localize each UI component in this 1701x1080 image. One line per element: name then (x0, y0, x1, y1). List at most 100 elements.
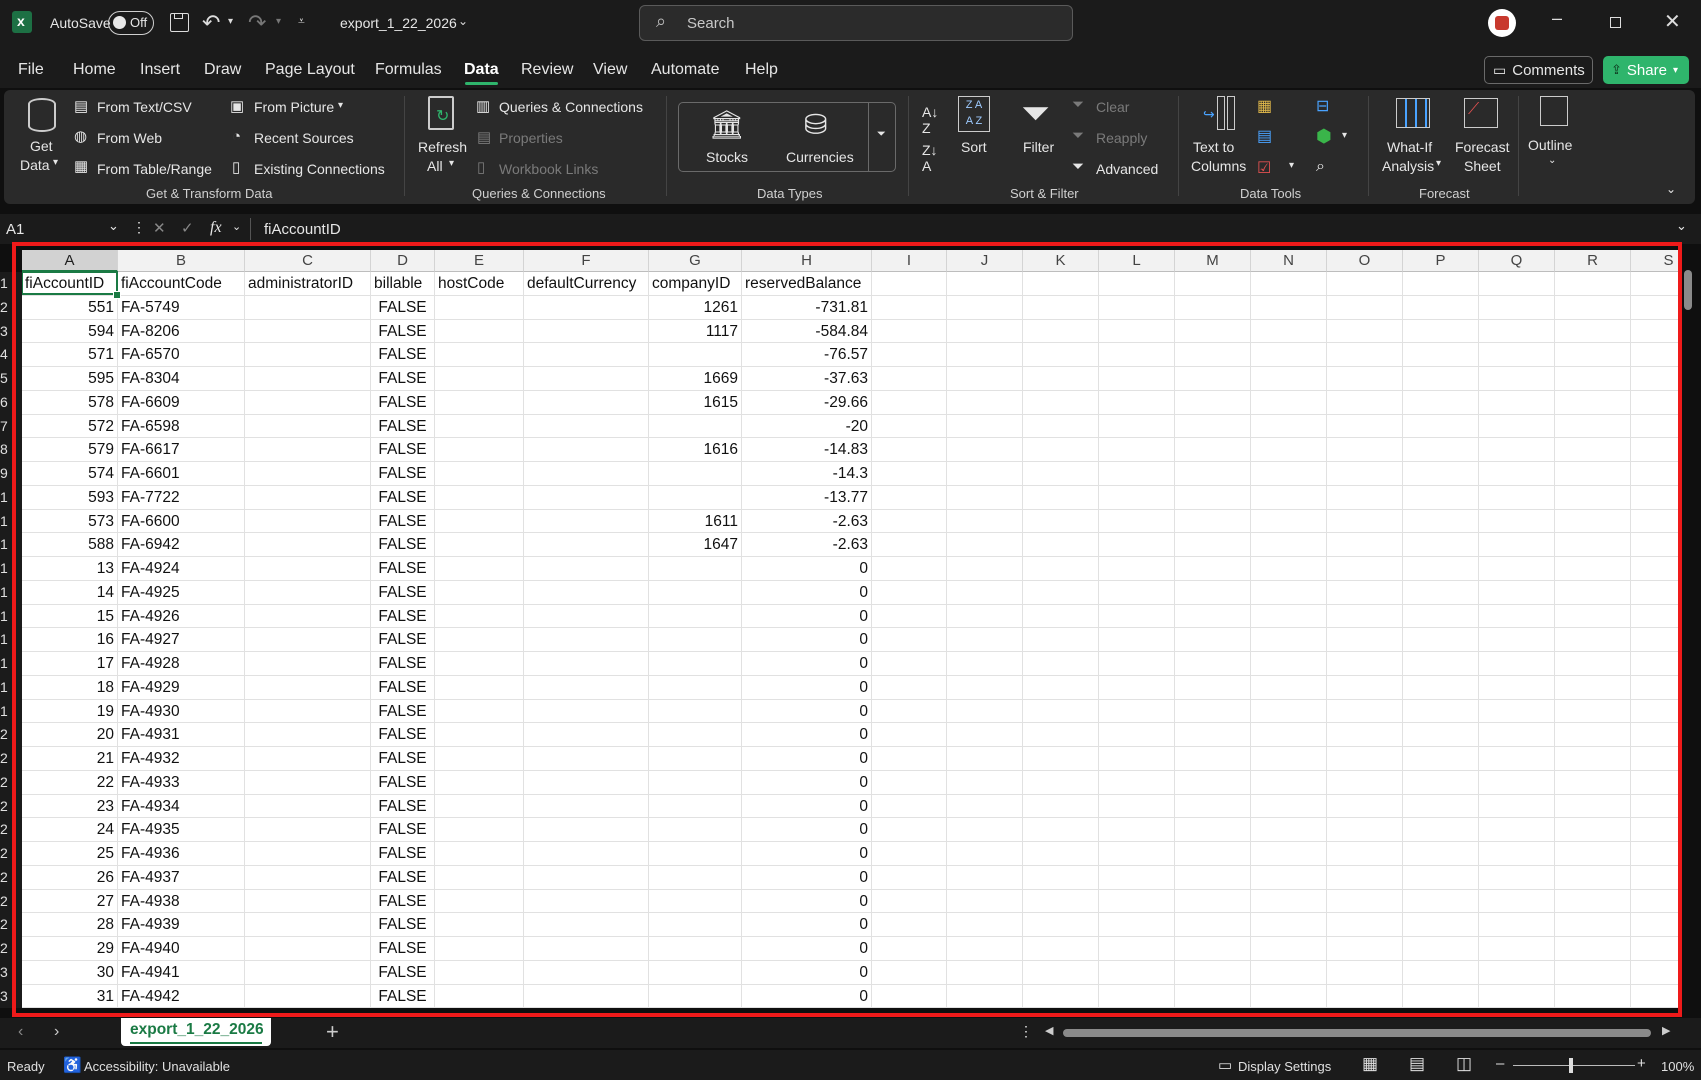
table-cell[interactable]: 21 (22, 747, 118, 771)
table-cell[interactable] (1631, 818, 1679, 842)
column-header-j[interactable]: J (947, 250, 1023, 272)
table-cell[interactable]: FA-6942 (118, 533, 245, 557)
recent-sources-button[interactable]: Recent Sources (254, 130, 354, 146)
table-cell[interactable] (649, 842, 742, 866)
table-cell[interactable] (1327, 794, 1403, 819)
table-cell[interactable]: FA-4936 (118, 842, 245, 866)
table-cell[interactable]: FALSE (371, 604, 435, 629)
table-cell[interactable] (1251, 747, 1327, 771)
table-cell[interactable] (1023, 675, 1099, 700)
outline-chevron-icon[interactable]: ⌄ (1548, 155, 1556, 166)
file-name[interactable]: export_1_22_2026 (340, 15, 457, 31)
advanced-button[interactable]: Advanced (1096, 161, 1158, 177)
table-cell[interactable] (649, 652, 742, 676)
table-cell[interactable] (435, 652, 524, 676)
table-cell[interactable] (1023, 319, 1099, 344)
table-cell[interactable] (947, 984, 1023, 1008)
table-cell[interactable] (1403, 509, 1479, 534)
table-cell[interactable]: FALSE (371, 367, 435, 391)
table-cell[interactable] (245, 960, 371, 985)
search-box[interactable]: ⌕ Search (639, 5, 1073, 41)
table-cell[interactable] (1251, 580, 1327, 605)
tab-page-layout[interactable]: Page Layout (265, 61, 355, 79)
table-cell[interactable] (1175, 865, 1251, 890)
table-cell[interactable] (1479, 699, 1555, 724)
table-cell[interactable] (1099, 675, 1175, 700)
table-cell[interactable] (1479, 675, 1555, 700)
row-header[interactable]: 1 (0, 533, 22, 556)
table-cell[interactable] (1479, 937, 1555, 961)
table-cell[interactable] (947, 580, 1023, 605)
table-cell[interactable] (872, 818, 947, 842)
table-cell[interactable] (947, 295, 1023, 320)
from-picture-button[interactable]: From Picture (254, 99, 334, 115)
table-cell[interactable] (435, 960, 524, 985)
table-cell[interactable] (1099, 747, 1175, 771)
get-data-chevron-icon[interactable]: ▾ (53, 157, 58, 168)
table-cell[interactable] (1175, 889, 1251, 914)
undo-dropdown-icon[interactable]: ▾ (228, 16, 233, 27)
header-cell[interactable] (1251, 272, 1327, 296)
table-cell[interactable] (524, 889, 649, 914)
table-cell[interactable] (872, 747, 947, 771)
remove-duplicates-icon[interactable]: ▤ (1257, 126, 1272, 146)
table-cell[interactable] (1403, 984, 1479, 1008)
row-header[interactable]: 1 (0, 652, 22, 675)
sheet-tab-active[interactable]: export_1_22_2026 (121, 1018, 271, 1046)
text-to-columns-line1[interactable]: Text to (1193, 139, 1234, 155)
table-cell[interactable] (1555, 794, 1631, 819)
header-cell[interactable] (1327, 272, 1403, 296)
table-cell[interactable] (649, 557, 742, 581)
table-cell[interactable]: 0 (742, 865, 872, 890)
table-cell[interactable] (1023, 937, 1099, 961)
table-cell[interactable]: 27 (22, 889, 118, 914)
column-header-l[interactable]: L (1099, 250, 1175, 272)
table-cell[interactable] (245, 295, 371, 320)
table-cell[interactable] (1479, 723, 1555, 747)
table-cell[interactable] (1555, 557, 1631, 581)
table-cell[interactable]: 0 (742, 937, 872, 961)
tab-data[interactable]: Data (464, 61, 499, 79)
table-cell[interactable] (947, 438, 1023, 462)
row-header[interactable]: 2 (0, 723, 22, 746)
table-cell[interactable] (872, 842, 947, 866)
table-cell[interactable]: 0 (742, 960, 872, 985)
prev-sheet-icon[interactable]: ‹ (18, 1023, 23, 1041)
table-cell[interactable] (1099, 699, 1175, 724)
next-sheet-icon[interactable]: › (54, 1023, 59, 1041)
currencies-button[interactable]: Currencies (786, 149, 854, 165)
row-header[interactable]: 1 (0, 486, 22, 509)
table-cell[interactable] (1175, 794, 1251, 819)
table-cell[interactable]: FA-4942 (118, 984, 245, 1008)
table-cell[interactable] (524, 343, 649, 367)
table-cell[interactable] (1099, 462, 1175, 486)
table-cell[interactable] (435, 699, 524, 724)
more-options-icon[interactable]: ⋮ (132, 219, 146, 236)
table-cell[interactable] (524, 438, 649, 462)
table-cell[interactable] (524, 509, 649, 534)
close-icon[interactable]: ✕ (1664, 9, 1681, 34)
table-cell[interactable] (1175, 913, 1251, 937)
table-cell[interactable] (245, 723, 371, 747)
table-cell[interactable] (1251, 675, 1327, 700)
table-cell[interactable] (872, 913, 947, 937)
what-if-line1[interactable]: What-If (1387, 139, 1432, 155)
table-cell[interactable] (1175, 462, 1251, 486)
table-cell[interactable] (1631, 842, 1679, 866)
tab-review[interactable]: Review (521, 61, 573, 79)
header-cell[interactable]: companyID (649, 272, 742, 296)
zoom-slider-thumb[interactable] (1569, 1058, 1573, 1073)
customize-toolbar-icon[interactable]: ⩡ (298, 14, 305, 29)
table-cell[interactable] (1631, 367, 1679, 391)
header-cell[interactable] (1403, 272, 1479, 296)
table-cell[interactable] (1479, 794, 1555, 819)
table-cell[interactable] (649, 580, 742, 605)
refresh-chevron-icon[interactable]: ▾ (449, 158, 454, 169)
table-cell[interactable] (947, 343, 1023, 367)
column-header-o[interactable]: O (1327, 250, 1403, 272)
table-cell[interactable] (1327, 865, 1403, 890)
table-cell[interactable] (1099, 628, 1175, 652)
row-header[interactable]: 3 (0, 320, 22, 343)
table-cell[interactable] (649, 604, 742, 629)
tab-home[interactable]: Home (73, 61, 116, 79)
